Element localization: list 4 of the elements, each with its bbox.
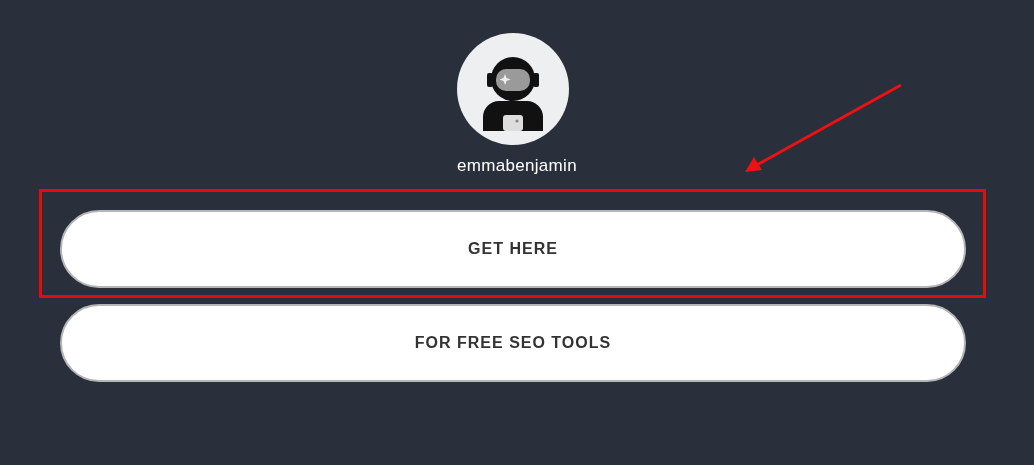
link-button[interactable]: FOR FREE SEO TOOLS bbox=[60, 304, 966, 382]
link-button[interactable]: GET HERE bbox=[60, 210, 966, 288]
astronaut-icon bbox=[481, 55, 545, 131]
username: emmabenjamin bbox=[457, 156, 577, 176]
